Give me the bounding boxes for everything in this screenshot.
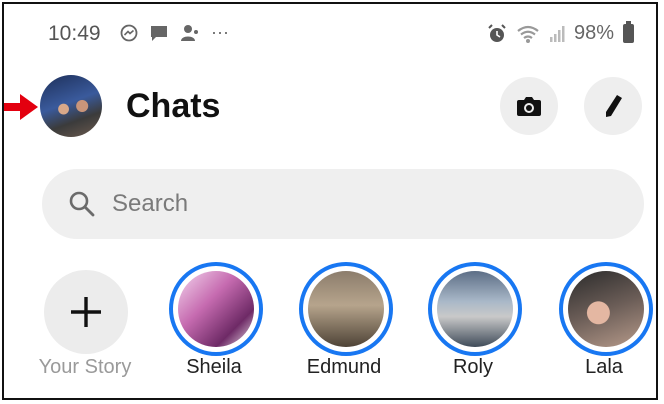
page-title: Chats: [126, 87, 221, 125]
story-label: Sheila: [186, 356, 242, 378]
story-thumbnail: [568, 271, 644, 347]
search-bar[interactable]: Search: [42, 169, 644, 239]
new-message-button[interactable]: [584, 77, 642, 135]
story-ring: [428, 262, 522, 356]
status-bar: 10:49 ··· 98%: [4, 4, 656, 62]
search-placeholder: Search: [112, 190, 189, 217]
search-icon: [69, 191, 95, 217]
phone-screen: 10:49 ··· 98% Chats Search Your Story Sh…: [2, 2, 658, 400]
story-ring: [299, 262, 393, 356]
more-notifications-icon: ···: [211, 22, 229, 42]
story-thumbnail: [437, 271, 513, 347]
story-label: Edmund: [306, 356, 382, 378]
signal-icon: [549, 25, 565, 42]
camera-icon: [517, 97, 541, 116]
story-label: Lala: [585, 356, 623, 378]
contacts-notification-icon: [181, 24, 198, 41]
story-thumbnail: [178, 271, 254, 347]
story-ring: [169, 262, 263, 356]
plus-icon: [71, 297, 101, 327]
system-icons: 98%: [487, 21, 634, 45]
battery-icon: [623, 21, 634, 43]
messenger-notification-icon: [120, 24, 138, 41]
story-thumbnail: [308, 271, 384, 347]
pencil-icon: [606, 95, 622, 117]
notification-icons: ···: [120, 22, 229, 43]
story-label: Your Story: [38, 356, 132, 378]
alarm-icon: [488, 23, 506, 42]
battery-percent: 98%: [573, 22, 614, 44]
story-label: Roly: [452, 356, 493, 378]
add-story-button[interactable]: [44, 270, 128, 354]
annotation-arrow-icon: [4, 94, 38, 120]
status-time: 10:49: [48, 22, 101, 45]
profile-avatar[interactable]: [40, 75, 102, 137]
message-notification-icon: [151, 25, 167, 41]
story-ring: [559, 262, 653, 356]
camera-button[interactable]: [500, 77, 558, 135]
wifi-icon: [517, 25, 539, 43]
